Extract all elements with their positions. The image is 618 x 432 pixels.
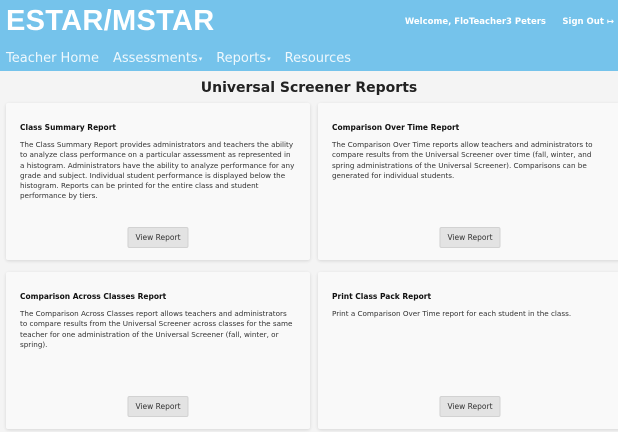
card-title: Comparison Across Classes Report xyxy=(20,292,167,301)
nav-teacher-home[interactable]: Teacher Home xyxy=(6,51,99,66)
page-title: Universal Screener Reports xyxy=(200,80,418,96)
view-report-button[interactable]: View Report xyxy=(439,227,501,248)
card-description: Print a Comparison Over Time report for … xyxy=(332,309,572,318)
main-nav: Teacher Home Assessments▾ Reports▾ Resou… xyxy=(6,51,351,66)
nav-teacher-home-label: Teacher Home xyxy=(6,51,99,66)
nav-assessments-label: Assessments xyxy=(112,51,198,66)
sign-out-label: Sign Out xyxy=(562,17,604,27)
card-comparison-across-classes: Comparison Across Classes Report The Com… xyxy=(6,272,310,429)
nav-resources[interactable]: Resources xyxy=(285,51,351,66)
nav-reports[interactable]: Reports▾ xyxy=(216,51,270,66)
card-title: Print Class Pack Report xyxy=(332,292,432,301)
view-report-button[interactable]: View Report xyxy=(127,227,189,248)
card-title: Class Summary Report xyxy=(20,123,116,132)
caret-down-icon: ▾ xyxy=(267,55,271,63)
brand-logo[interactable]: ESTAR/MSTAR xyxy=(6,6,214,36)
sign-out-icon: ↦ xyxy=(606,17,614,27)
card-comparison-over-time: Comparison Over Time Report The Comparis… xyxy=(318,103,618,260)
welcome-text: Welcome, FloTeacher3 Peters xyxy=(404,17,546,27)
card-description: The Comparison Across Classes report all… xyxy=(20,309,293,349)
card-print-class-pack: Print Class Pack Report Print a Comparis… xyxy=(318,272,618,429)
sign-out-link[interactable]: Sign Out ↦ xyxy=(562,17,614,27)
view-report-button[interactable]: View Report xyxy=(439,396,501,417)
nav-assessments[interactable]: Assessments▾ xyxy=(113,51,202,66)
nav-reports-label: Reports xyxy=(216,51,267,66)
card-description: The Class Summary Report provides admini… xyxy=(20,140,295,201)
card-description: The Comparison Over Time reports allow t… xyxy=(332,140,593,180)
nav-resources-label: Resources xyxy=(284,51,352,66)
card-title: Comparison Over Time Report xyxy=(332,123,460,132)
top-header: ESTAR/MSTAR Welcome, FloTeacher3 Peters … xyxy=(0,0,618,71)
card-class-summary: Class Summary Report The Class Summary R… xyxy=(6,103,310,260)
view-report-button[interactable]: View Report xyxy=(127,396,189,417)
caret-down-icon: ▾ xyxy=(198,55,203,63)
